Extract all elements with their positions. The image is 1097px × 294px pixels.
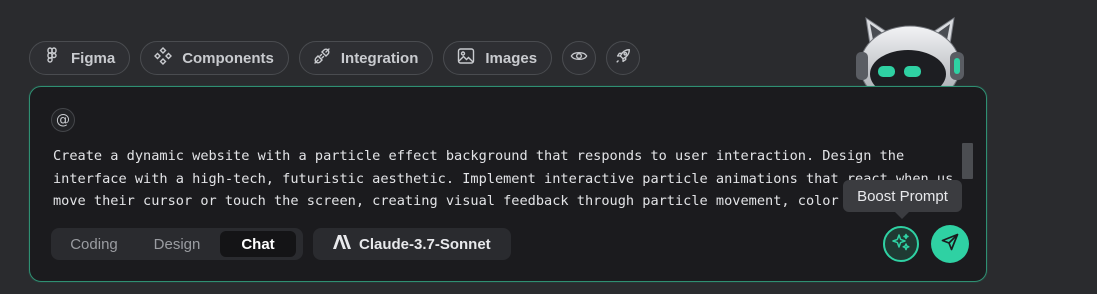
mode-switcher: Coding Design Chat: [51, 228, 303, 260]
components-chip-label: Components: [182, 49, 274, 67]
rocket-icon: [614, 47, 632, 69]
model-selector[interactable]: Claude-3.7-Sonnet: [313, 228, 511, 260]
mode-chat-tab[interactable]: Chat: [220, 231, 296, 257]
boost-prompt-tooltip: Boost Prompt: [843, 180, 962, 219]
images-chip[interactable]: Images: [443, 41, 553, 75]
send-icon: [940, 232, 960, 257]
integration-chip-label: Integration: [340, 49, 419, 67]
figma-icon: [42, 46, 62, 70]
send-button[interactable]: [931, 225, 969, 263]
figma-chip-label: Figma: [71, 49, 116, 67]
prompt-textarea[interactable]: Create a dynamic website with a particle…: [53, 145, 953, 209]
components-icon: [153, 46, 173, 70]
prompt-line: move their cursor or touch the screen, c…: [53, 193, 905, 209]
prompt-line: Create a dynamic website with a particle…: [53, 148, 905, 164]
image-icon: [456, 46, 476, 70]
figma-chip[interactable]: Figma: [29, 41, 131, 75]
sparkles-icon: [891, 232, 911, 257]
plug-icon: [312, 46, 332, 70]
preview-button[interactable]: [562, 41, 597, 75]
anthropic-logo-icon: [333, 235, 353, 253]
boost-prompt-button[interactable]: [883, 226, 919, 262]
at-sign-icon: @: [56, 112, 70, 128]
eye-icon: [570, 47, 588, 69]
integration-chip[interactable]: Integration: [298, 41, 434, 75]
model-label: Claude-3.7-Sonnet: [359, 235, 491, 253]
prompt-scrollbar[interactable]: [962, 143, 973, 179]
mode-coding-tab[interactable]: Coding: [54, 231, 134, 257]
mention-button[interactable]: @: [51, 108, 75, 132]
prompt-line: interface with a high-tech, futuristic a…: [53, 170, 953, 187]
components-chip[interactable]: Components: [140, 41, 289, 75]
mode-design-tab[interactable]: Design: [134, 231, 220, 257]
images-chip-label: Images: [485, 49, 538, 67]
deploy-button[interactable]: [606, 41, 641, 75]
context-chips-bar: Figma Components Integration Images: [29, 41, 641, 75]
